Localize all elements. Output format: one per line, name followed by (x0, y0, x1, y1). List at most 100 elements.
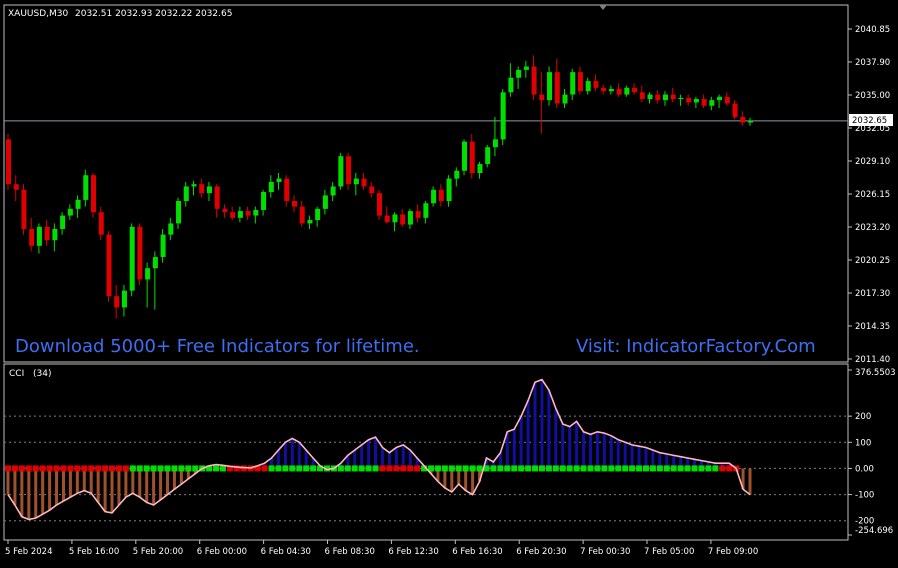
cci-state-dot (538, 465, 545, 472)
candle-body (91, 175, 97, 213)
candle-body (315, 208, 321, 221)
cci-state-dot (150, 465, 157, 472)
candle-body (121, 290, 127, 308)
price-tick-label: 2037.90 (855, 58, 890, 68)
chart-canvas[interactable]: 2040.852037.902035.002032.052029.102026.… (0, 0, 898, 564)
candle-body (423, 203, 429, 218)
candle-body (330, 186, 336, 196)
price-tick-label: 2026.15 (855, 190, 890, 200)
indicator-period: (34) (33, 369, 51, 379)
candle-body (647, 94, 653, 100)
cci-state-dot (60, 465, 67, 472)
cci-state-dot (351, 465, 358, 472)
cci-state-dot (622, 465, 629, 472)
candle-body (500, 92, 506, 140)
ohlc-readout: 2032.51 2032.93 2032.22 2032.65 (75, 9, 232, 19)
cci-state-dot (95, 465, 102, 472)
cci-state-dot (372, 465, 379, 472)
cci-tick-label: 0.00 (855, 464, 874, 474)
candle-body (655, 94, 661, 101)
time-tick-label: 5 Feb 16:00 (69, 547, 119, 557)
cci-state-dot (601, 465, 608, 472)
candle-body (562, 94, 568, 104)
candle-body (717, 96, 723, 101)
cci-state-dot (337, 465, 344, 472)
cci-state-dot (698, 465, 705, 472)
chart-shift-marker-icon[interactable] (599, 5, 607, 10)
candle-body (176, 201, 182, 224)
candle-body (152, 257, 158, 269)
candle-body (13, 184, 19, 190)
time-tick-label: 6 Feb 00:00 (197, 547, 247, 557)
cci-state-dot (691, 465, 698, 472)
cci-state-dot (296, 465, 303, 472)
cci-state-dot (365, 465, 372, 472)
watermark-visit: Visit: IndicatorFactory.Com (576, 336, 816, 357)
cci-state-dot (719, 465, 726, 472)
candle-body (678, 97, 684, 100)
candle-body (245, 211, 251, 216)
cci-state-dot (434, 465, 441, 472)
cci-state-dot (476, 465, 483, 472)
candle-body (415, 211, 421, 218)
cci-state-dot (143, 465, 150, 472)
candle-body (261, 192, 267, 210)
candle-body (206, 186, 212, 194)
candle-body (268, 181, 274, 193)
cci-state-dot (649, 465, 656, 472)
watermark-download: Download 5000+ Free Indicators for lifet… (15, 336, 420, 357)
candle-body (253, 209, 259, 216)
candle-body (686, 97, 692, 103)
cci-state-dot (268, 465, 275, 472)
candle-body (400, 214, 406, 225)
cci-state-dot (32, 465, 39, 472)
candle-body (709, 100, 715, 106)
time-tick-label: 7 Feb 05:00 (644, 547, 694, 557)
candle-body (114, 296, 120, 308)
cci-state-dot (407, 465, 414, 472)
cci-state-dot (462, 465, 469, 472)
cci-state-dot (289, 465, 296, 472)
candle-body (531, 66, 537, 95)
cci-state-dot (81, 465, 88, 472)
candle-body (106, 234, 112, 297)
cci-state-dot (455, 465, 462, 472)
cci-state-dot (39, 465, 46, 472)
cci-state-dot (88, 465, 95, 472)
candle-body (547, 72, 553, 101)
candle-body (168, 223, 174, 235)
cci-state-dot (511, 465, 518, 472)
cci-state-dot (712, 465, 719, 472)
candle-body (237, 211, 243, 218)
cci-state-dot (393, 465, 400, 472)
candle-body (6, 139, 11, 185)
candle-body (593, 81, 599, 88)
candle-body (60, 215, 66, 230)
cci-state-dot (67, 465, 74, 472)
cci-state-dot (518, 465, 525, 472)
candle-body (230, 212, 236, 218)
cci-state-dot (663, 465, 670, 472)
candle-body (392, 214, 398, 223)
candle-body (616, 88, 622, 95)
time-tick-label: 6 Feb 08:30 (325, 547, 375, 557)
cci-state-dot (178, 465, 185, 472)
candle-body (145, 268, 151, 280)
candle-body (454, 170, 460, 179)
candle-body (191, 184, 197, 187)
candle-body (469, 141, 475, 173)
cci-state-dot (608, 465, 615, 472)
candle-body (307, 220, 313, 224)
candle-body (338, 156, 344, 187)
candle-body (577, 72, 583, 92)
candle-body (740, 116, 746, 123)
candle-body (361, 178, 367, 187)
candle-body (75, 199, 81, 209)
cci-state-dot (386, 465, 393, 472)
cci-state-dot (129, 465, 136, 472)
candle-body (639, 92, 645, 100)
cci-state-dot (656, 465, 663, 472)
candle-body (199, 184, 205, 194)
cci-state-dot (594, 465, 601, 472)
cci-state-dot (580, 465, 587, 472)
